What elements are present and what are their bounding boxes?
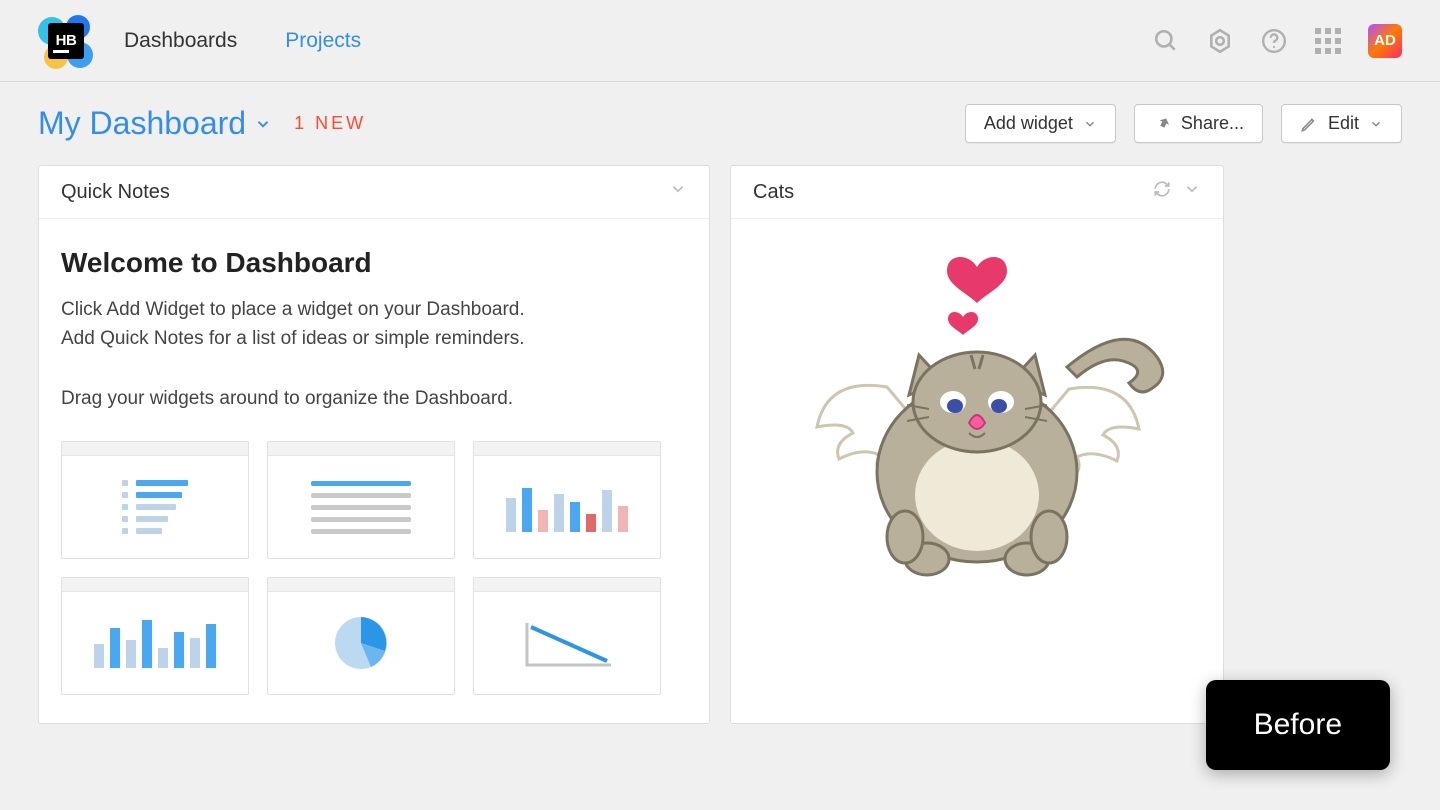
- new-badge: 1 NEW: [294, 113, 366, 134]
- widget-title: Cats: [753, 181, 1141, 204]
- widget-thumb-pie[interactable]: [267, 577, 455, 695]
- chevron-down-icon: [1369, 117, 1383, 131]
- add-widget-label: Add widget: [984, 113, 1073, 134]
- edit-button[interactable]: Edit: [1281, 104, 1402, 143]
- chevron-down-icon: [1183, 180, 1201, 198]
- dashboard-title-dropdown[interactable]: My Dashboard: [38, 105, 272, 142]
- quick-notes-line: Drag your widgets around to organize the…: [61, 384, 687, 413]
- refresh-icon: [1153, 180, 1171, 198]
- cat-image: [777, 237, 1177, 597]
- apps-icon[interactable]: [1314, 27, 1342, 55]
- app-logo[interactable]: HB: [38, 13, 94, 69]
- widget-thumb-line[interactable]: [473, 577, 661, 695]
- widget-thumb-bars[interactable]: [473, 441, 661, 559]
- nav-dashboards[interactable]: Dashboards: [124, 29, 237, 53]
- settings-icon[interactable]: [1206, 27, 1234, 55]
- widget-quick-notes: Quick Notes Welcome to Dashboard Click A…: [38, 165, 710, 724]
- share-label: Share...: [1181, 113, 1244, 134]
- avatar[interactable]: AD: [1368, 24, 1402, 58]
- chevron-down-icon: [1083, 117, 1097, 131]
- share-icon: [1153, 115, 1171, 133]
- nav-projects[interactable]: Projects: [285, 29, 361, 53]
- widget-menu-button[interactable]: [1183, 180, 1201, 204]
- chevron-down-icon: [669, 180, 687, 198]
- chevron-down-icon: [254, 115, 272, 133]
- widget-menu-button[interactable]: [669, 180, 687, 204]
- quick-notes-heading: Welcome to Dashboard: [61, 247, 687, 279]
- quick-notes-line: Add Quick Notes for a list of ideas or s…: [61, 324, 687, 353]
- quick-notes-line: Click Add Widget to place a widget on yo…: [61, 295, 687, 324]
- dashboard-title-label: My Dashboard: [38, 105, 246, 142]
- before-badge: Before: [1206, 680, 1390, 770]
- search-icon[interactable]: [1152, 27, 1180, 55]
- pencil-icon: [1300, 115, 1318, 133]
- widget-refresh-button[interactable]: [1153, 180, 1171, 204]
- edit-label: Edit: [1328, 113, 1359, 134]
- widget-cats: Cats: [730, 165, 1224, 724]
- widget-thumb-text[interactable]: [267, 441, 455, 559]
- share-button[interactable]: Share...: [1134, 104, 1263, 143]
- widget-thumb-list[interactable]: [61, 441, 249, 559]
- widget-title: Quick Notes: [61, 181, 657, 204]
- help-icon[interactable]: [1260, 27, 1288, 55]
- add-widget-button[interactable]: Add widget: [965, 104, 1116, 143]
- widget-thumb-bars2[interactable]: [61, 577, 249, 695]
